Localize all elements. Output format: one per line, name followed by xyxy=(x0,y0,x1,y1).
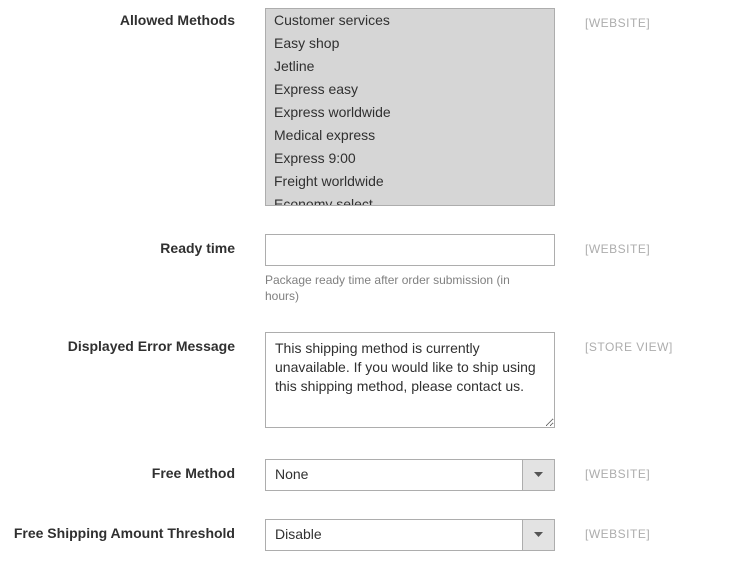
label-free-threshold: Free Shipping Amount Threshold xyxy=(0,519,265,541)
free-method-select[interactable]: None xyxy=(265,459,555,491)
free-method-value: None xyxy=(266,460,522,490)
list-item[interactable]: Freight worldwide xyxy=(266,170,554,193)
scope-label: [STORE VIEW] xyxy=(555,332,715,354)
row-displayed-error: Displayed Error Message [STORE VIEW] xyxy=(0,332,729,431)
chevron-down-icon xyxy=(522,520,554,550)
chevron-down-icon xyxy=(522,460,554,490)
displayed-error-textarea[interactable] xyxy=(265,332,555,428)
free-threshold-value: Disable xyxy=(266,520,522,550)
scope-label: [WEBSITE] xyxy=(555,8,715,30)
scope-label: [WEBSITE] xyxy=(555,234,715,256)
row-allowed-methods: Allowed Methods Customer services Easy s… xyxy=(0,8,729,206)
ready-time-input[interactable] xyxy=(265,234,555,266)
label-allowed-methods: Allowed Methods xyxy=(0,8,265,28)
label-ready-time: Ready time xyxy=(0,234,265,256)
scope-label: [WEBSITE] xyxy=(555,519,715,541)
list-item[interactable]: Express easy xyxy=(266,78,554,101)
row-free-method: Free Method None [WEBSITE] xyxy=(0,459,729,491)
row-ready-time: Ready time Package ready time after orde… xyxy=(0,234,729,304)
list-item[interactable]: Express 9:00 xyxy=(266,147,554,170)
row-free-threshold: Free Shipping Amount Threshold Disable [… xyxy=(0,519,729,551)
allowed-methods-multiselect[interactable]: Customer services Easy shop Jetline Expr… xyxy=(265,8,555,206)
list-item[interactable]: Customer services xyxy=(266,9,554,32)
list-item[interactable]: Easy shop xyxy=(266,32,554,55)
list-item[interactable]: Economy select xyxy=(266,193,554,206)
list-item[interactable]: Jetline xyxy=(266,55,554,78)
free-threshold-select[interactable]: Disable xyxy=(265,519,555,551)
label-free-method: Free Method xyxy=(0,459,265,481)
list-item[interactable]: Medical express xyxy=(266,124,554,147)
ready-time-help: Package ready time after order submissio… xyxy=(265,272,530,304)
list-item[interactable]: Express worldwide xyxy=(266,101,554,124)
label-displayed-error: Displayed Error Message xyxy=(0,332,265,354)
scope-label: [WEBSITE] xyxy=(555,459,715,481)
shipping-config-form: Allowed Methods Customer services Easy s… xyxy=(0,0,729,551)
